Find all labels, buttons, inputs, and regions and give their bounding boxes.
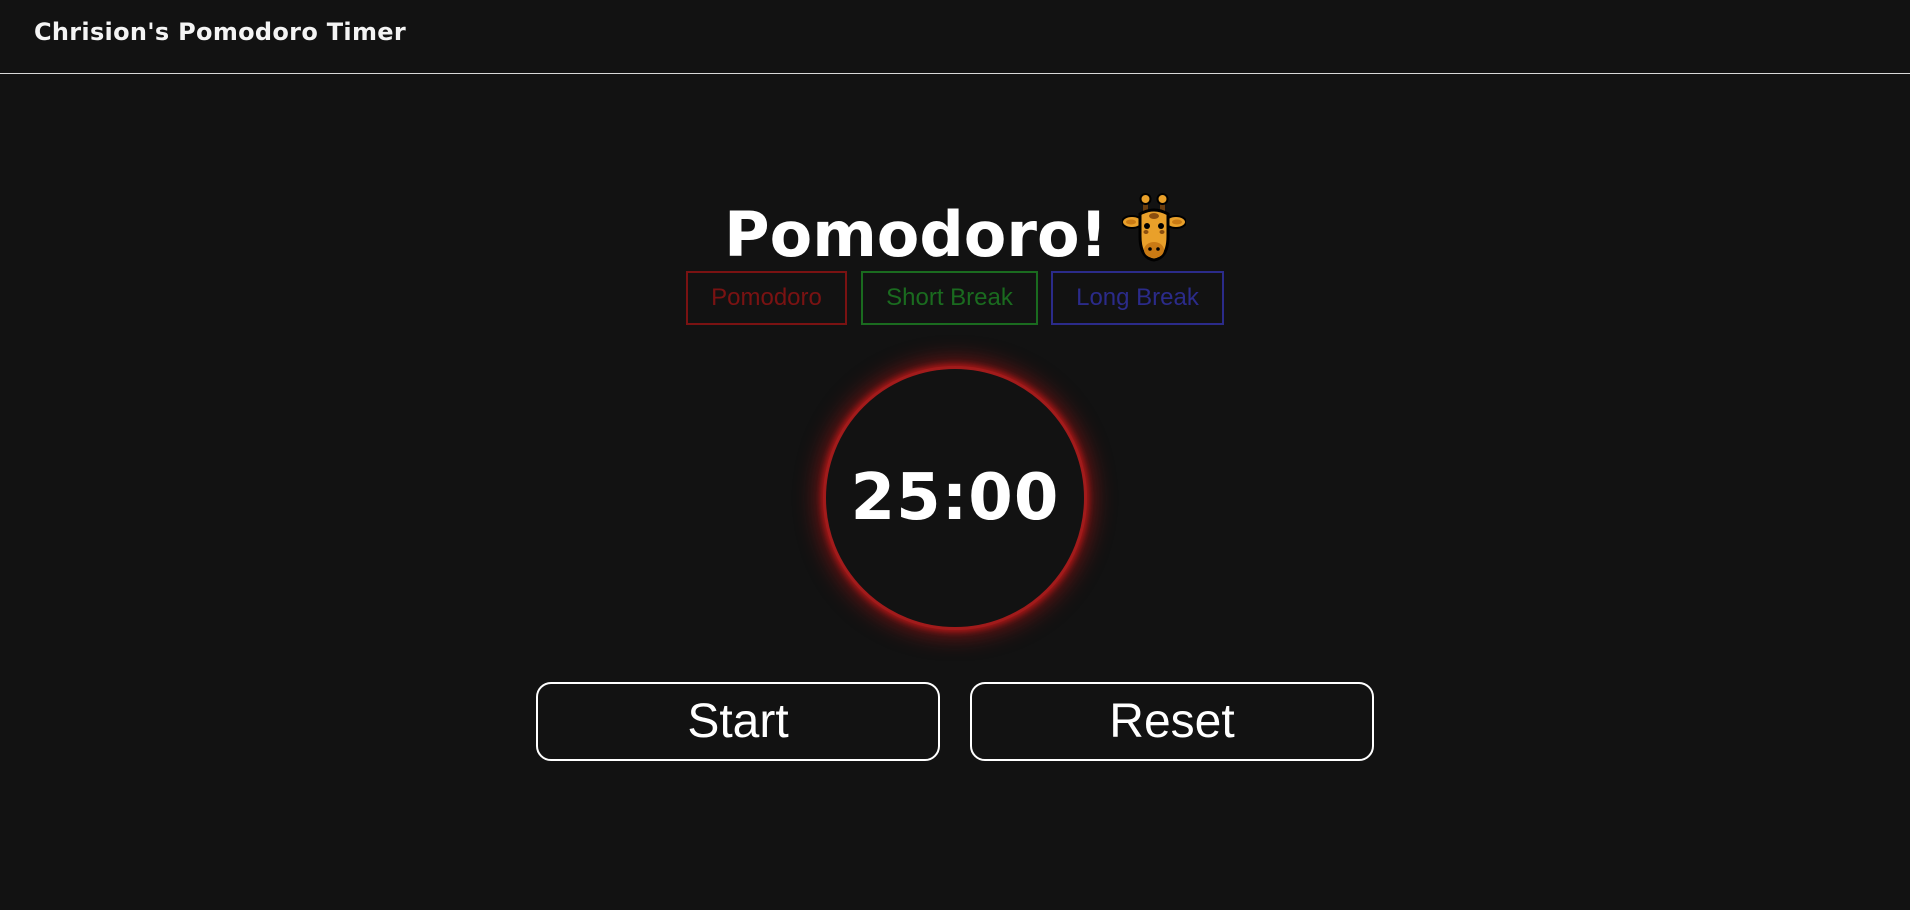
start-button[interactable]: Start <box>536 682 940 761</box>
giraffe-icon <box>1120 192 1187 264</box>
long-break-mode-button[interactable]: Long Break <box>1051 271 1224 325</box>
page-title-text: Pomodoro! <box>724 197 1108 271</box>
reset-button[interactable]: Reset <box>970 682 1374 761</box>
top-navbar: Chrision's Pomodoro Timer <box>0 0 1910 74</box>
page-title: Pomodoro! <box>0 192 1910 277</box>
mode-selector: Pomodoro Short Break Long Break <box>0 271 1910 325</box>
pomodoro-mode-button[interactable]: Pomodoro <box>686 271 847 325</box>
timer-ring: 25:00 <box>823 366 1087 630</box>
short-break-mode-button[interactable]: Short Break <box>861 271 1038 325</box>
timer-display: 25:00 <box>850 461 1060 535</box>
app-brand[interactable]: Chrision's Pomodoro Timer <box>34 18 406 46</box>
